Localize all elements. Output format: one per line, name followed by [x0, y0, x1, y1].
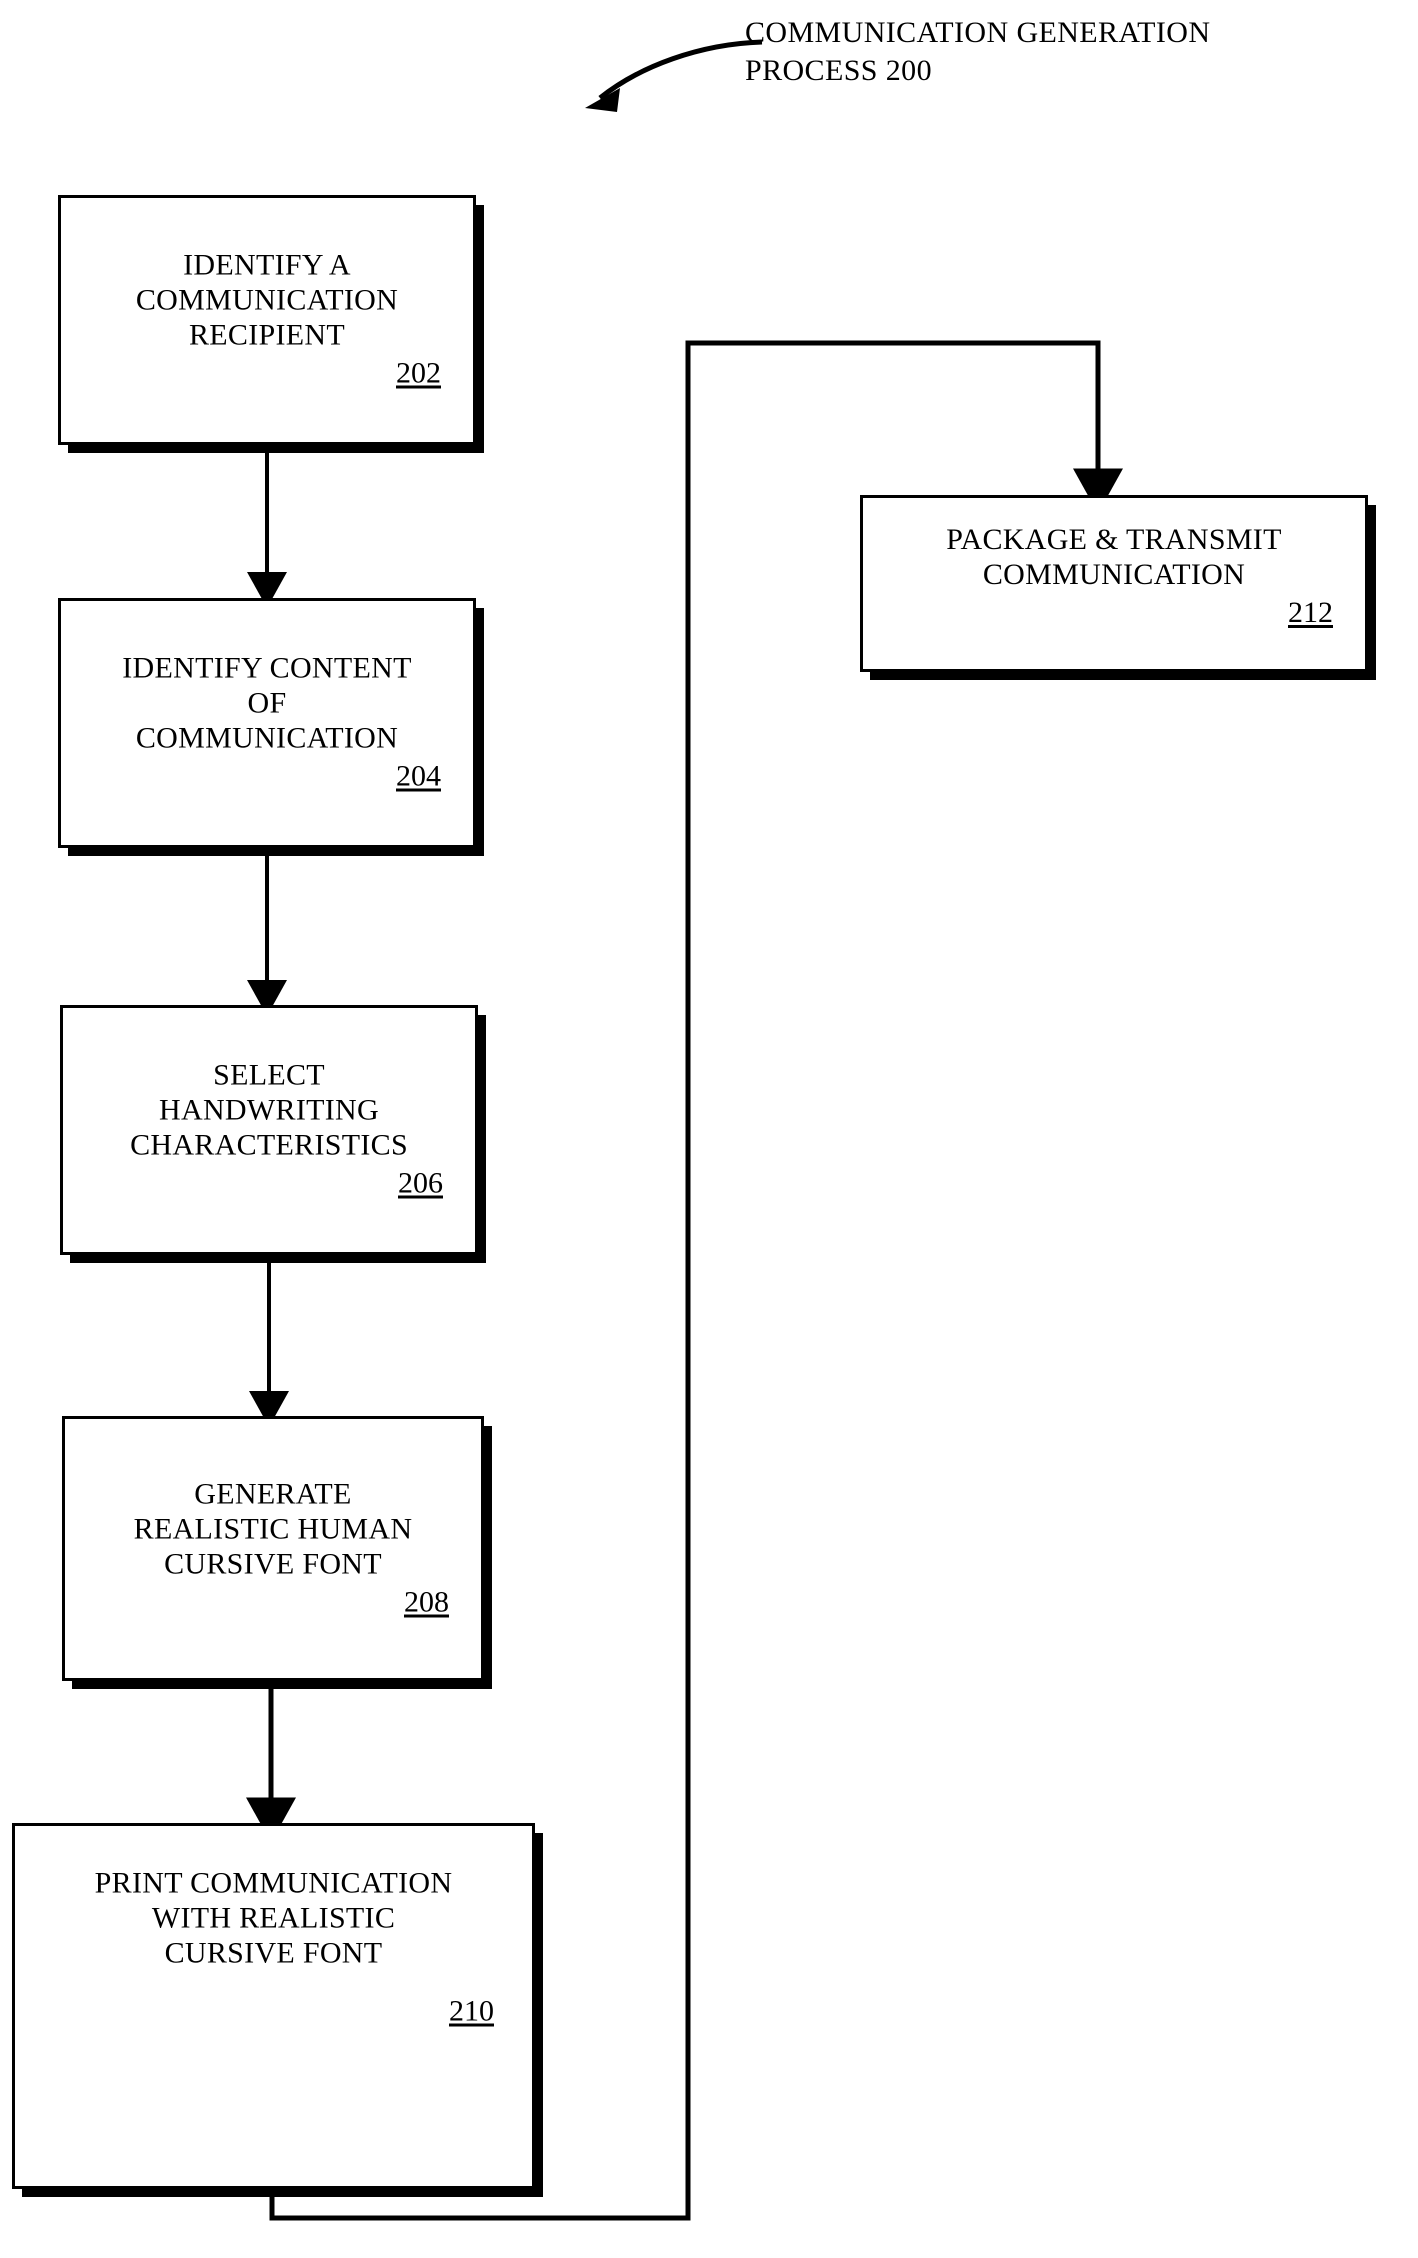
process-box-202-ref: 202 — [396, 356, 441, 390]
process-box-208-body: GENERATE REALISTIC HUMAN CURSIVE FONT 20… — [65, 1476, 481, 1621]
process-box-210[interactable]: PRINT COMMUNICATION WITH REALISTIC CURSI… — [12, 1823, 535, 2189]
process-box-206-label: SELECT HANDWRITING CHARACTERISTICS — [130, 1058, 408, 1162]
process-box-204-body: IDENTIFY CONTENT OF COMMUNICATION 204 — [61, 651, 473, 796]
figure-title: COMMUNICATION GENERATION PROCESS 200 — [745, 16, 1211, 87]
process-box-208[interactable]: GENERATE REALISTIC HUMAN CURSIVE FONT 20… — [62, 1416, 484, 1681]
patent-figure-page: COMMUNICATION GENERATION PROCESS 200 IDE… — [0, 0, 1418, 2258]
process-box-204-label: IDENTIFY CONTENT OF COMMUNICATION — [122, 651, 412, 755]
process-box-206-body: SELECT HANDWRITING CHARACTERISTICS 206 — [63, 1058, 475, 1203]
process-box-208-ref: 208 — [404, 1585, 449, 1618]
process-box-212[interactable]: PACKAGE & TRANSMIT COMMUNICATION 212 — [860, 495, 1368, 672]
process-box-204-ref: 204 — [396, 759, 441, 793]
process-box-202[interactable]: IDENTIFY A COMMUNICATION RECIPIENT 202 — [58, 195, 476, 445]
process-box-212-ref: 212 — [1288, 595, 1333, 629]
process-box-210-body: PRINT COMMUNICATION WITH REALISTIC CURSI… — [15, 1866, 532, 2031]
process-box-212-body: PACKAGE & TRANSMIT COMMUNICATION 212 — [863, 522, 1365, 632]
process-box-212-label: PACKAGE & TRANSMIT COMMUNICATION — [946, 522, 1282, 591]
process-box-206[interactable]: SELECT HANDWRITING CHARACTERISTICS 206 — [60, 1005, 478, 1255]
process-box-210-ref: 210 — [449, 1994, 494, 2028]
callout-arrow-to-title — [585, 39, 763, 112]
process-box-206-ref: 206 — [398, 1166, 443, 1200]
process-box-202-body: IDENTIFY A COMMUNICATION RECIPIENT 202 — [61, 248, 473, 393]
process-box-204[interactable]: IDENTIFY CONTENT OF COMMUNICATION 204 — [58, 598, 476, 848]
process-box-208-label: GENERATE REALISTIC HUMAN CURSIVE FONT — [133, 1477, 413, 1580]
process-box-210-label: PRINT COMMUNICATION WITH REALISTIC CURSI… — [94, 1866, 453, 1970]
process-box-202-label: IDENTIFY A COMMUNICATION RECIPIENT — [135, 248, 399, 352]
